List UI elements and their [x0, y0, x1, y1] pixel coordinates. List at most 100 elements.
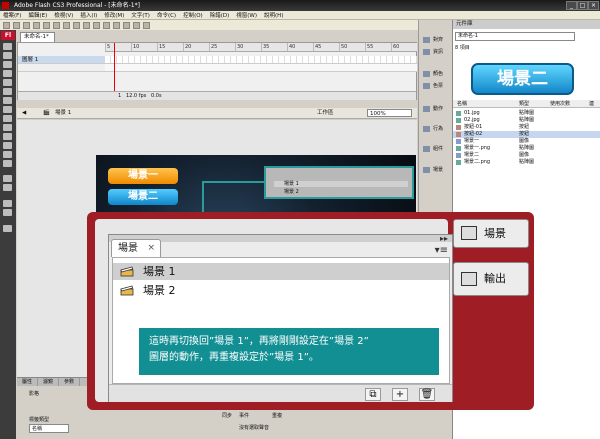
- col-type[interactable]: 類型: [519, 100, 529, 108]
- rotate-icon[interactable]: [123, 21, 130, 29]
- dock-actions[interactable]: 動作: [421, 103, 451, 115]
- item-name: 場景二.png: [464, 159, 491, 165]
- selection-tool-icon[interactable]: [3, 43, 12, 50]
- maximize-button[interactable]: □: [577, 1, 588, 10]
- menu-file[interactable]: 檔案(F): [3, 11, 21, 19]
- menu-help[interactable]: 說明(H): [264, 11, 283, 19]
- list-item[interactable]: 場景一.png 點陣圖: [453, 145, 600, 152]
- line-tool-icon[interactable]: [3, 97, 12, 104]
- workspace-menu[interactable]: 工作區: [317, 108, 334, 119]
- tab-properties[interactable]: 屬性: [17, 378, 39, 386]
- rectangle-tool-icon[interactable]: [3, 106, 12, 113]
- tab-scene[interactable]: 場景 ×: [111, 239, 161, 257]
- col-name[interactable]: 名稱: [457, 100, 467, 108]
- output-panel-button[interactable]: 輸出: [453, 262, 529, 296]
- menu-edit[interactable]: 編輯(E): [28, 11, 47, 19]
- ink-bottle-tool-icon[interactable]: [3, 133, 12, 140]
- dock-components[interactable]: 組件: [421, 143, 451, 155]
- dock-swatches[interactable]: 色票: [421, 80, 451, 92]
- menu-insert[interactable]: 插入(I): [80, 11, 97, 19]
- scene-one-button[interactable]: 場景一: [108, 168, 178, 184]
- name-select[interactable]: 名稱: [29, 424, 69, 433]
- fill-color-icon[interactable]: [3, 209, 12, 216]
- frame-rate: 12.0 fps: [125, 93, 147, 99]
- minimize-button[interactable]: _: [566, 1, 577, 10]
- dock-behaviors[interactable]: 行為: [421, 123, 451, 135]
- repeat-select[interactable]: 重複: [272, 412, 282, 419]
- tab-parameters[interactable]: 參數: [59, 378, 81, 386]
- col-use-count[interactable]: 使用次數: [550, 100, 570, 108]
- zoom-tool-icon[interactable]: [3, 184, 12, 191]
- scene-list-item-2[interactable]: 場景 2: [113, 282, 449, 299]
- list-item[interactable]: 按鈕-01 按鈕: [453, 124, 600, 131]
- close-tab-icon[interactable]: ×: [147, 240, 155, 257]
- scene-two-button[interactable]: 場景二: [108, 189, 178, 205]
- eyedropper-tool-icon[interactable]: [3, 151, 12, 158]
- menu-commands[interactable]: 命令(C): [157, 11, 176, 19]
- cut-icon[interactable]: [43, 21, 50, 29]
- paint-bucket-tool-icon[interactable]: [3, 142, 12, 149]
- library-document-select[interactable]: 未命名-1: [455, 32, 575, 41]
- menu-modify[interactable]: 修改(M): [104, 11, 124, 19]
- list-item[interactable]: 場景二 圖像: [453, 152, 600, 159]
- print-icon[interactable]: [33, 21, 40, 29]
- panel-menu-icon[interactable]: ▾≡: [435, 245, 448, 256]
- document-tab[interactable]: 未命名-1*: [20, 32, 55, 42]
- col-linkage[interactable]: 連: [589, 100, 594, 108]
- snap-option-icon[interactable]: [3, 225, 12, 232]
- timeline: 5 10 15 20 25 30 35 40 45 50 55 60 圖層 1 …: [17, 42, 417, 100]
- menu-text[interactable]: 文字(T): [131, 11, 150, 19]
- paste-icon[interactable]: [63, 21, 70, 29]
- stroke-color-icon[interactable]: [3, 200, 12, 207]
- menu-window[interactable]: 視窗(W): [236, 11, 257, 19]
- duplicate-scene-button[interactable]: ⧉: [365, 388, 381, 401]
- pencil-tool-icon[interactable]: [3, 115, 12, 122]
- back-arrow-icon[interactable]: ◀: [22, 108, 26, 119]
- subselection-tool-icon[interactable]: [3, 52, 12, 59]
- scene-panel-button[interactable]: 場景: [453, 219, 529, 248]
- hand-tool-icon[interactable]: [3, 175, 12, 182]
- open-file-icon[interactable]: [13, 21, 20, 29]
- save-icon[interactable]: [23, 21, 30, 29]
- redo-icon[interactable]: [83, 21, 90, 29]
- lasso-tool-icon[interactable]: [3, 70, 12, 77]
- dock-scene[interactable]: 場景: [421, 164, 451, 176]
- straighten-icon[interactable]: [113, 21, 120, 29]
- layer-row[interactable]: 圖層 1: [18, 56, 105, 64]
- new-file-icon[interactable]: [3, 21, 10, 29]
- undo-icon[interactable]: [73, 21, 80, 29]
- dock-info[interactable]: 資訊: [421, 46, 451, 58]
- delete-scene-button[interactable]: 🗑: [419, 388, 435, 401]
- smooth-icon[interactable]: [103, 21, 110, 29]
- scene-list-item-1[interactable]: 場景 1: [113, 263, 449, 280]
- dock-color[interactable]: 顏色: [421, 68, 451, 80]
- free-transform-tool-icon[interactable]: [3, 61, 12, 68]
- connector-line: [202, 181, 266, 183]
- list-item[interactable]: 場景一 圖像: [453, 138, 600, 145]
- snap-icon[interactable]: [93, 21, 100, 29]
- dock-align[interactable]: 對齊: [421, 34, 451, 46]
- brush-tool-icon[interactable]: [3, 124, 12, 131]
- item-type: 按鈕: [519, 131, 530, 137]
- add-scene-button[interactable]: +: [392, 388, 408, 401]
- copy-icon[interactable]: [53, 21, 60, 29]
- list-item[interactable]: 場景二.png 點陣圖: [453, 159, 600, 166]
- menu-control[interactable]: 控制(O): [183, 11, 203, 19]
- align-icon[interactable]: [143, 21, 150, 29]
- layer-frames[interactable]: [105, 56, 417, 64]
- close-window-button[interactable]: ×: [588, 1, 599, 10]
- list-item[interactable]: 按鈕-02 按鈕: [453, 131, 600, 138]
- list-item[interactable]: 02.jpg 點陣圖: [453, 117, 600, 124]
- layer-name: 圖層 1: [22, 57, 39, 63]
- pen-tool-icon[interactable]: [3, 79, 12, 86]
- text-tool-icon[interactable]: [3, 88, 12, 95]
- eraser-tool-icon[interactable]: [3, 160, 12, 167]
- list-item[interactable]: 01.jpg 點陣圖: [453, 110, 600, 117]
- scale-icon[interactable]: [133, 21, 140, 29]
- tab-filters[interactable]: 濾鏡: [38, 378, 60, 386]
- collapse-panel-icon[interactable]: ▸▸: [440, 234, 448, 243]
- menu-debug[interactable]: 除錯(D): [210, 11, 230, 19]
- menu-view[interactable]: 檢視(V): [54, 11, 73, 19]
- sync-event-select[interactable]: 事件: [239, 412, 249, 419]
- zoom-select[interactable]: 100%: [367, 109, 412, 117]
